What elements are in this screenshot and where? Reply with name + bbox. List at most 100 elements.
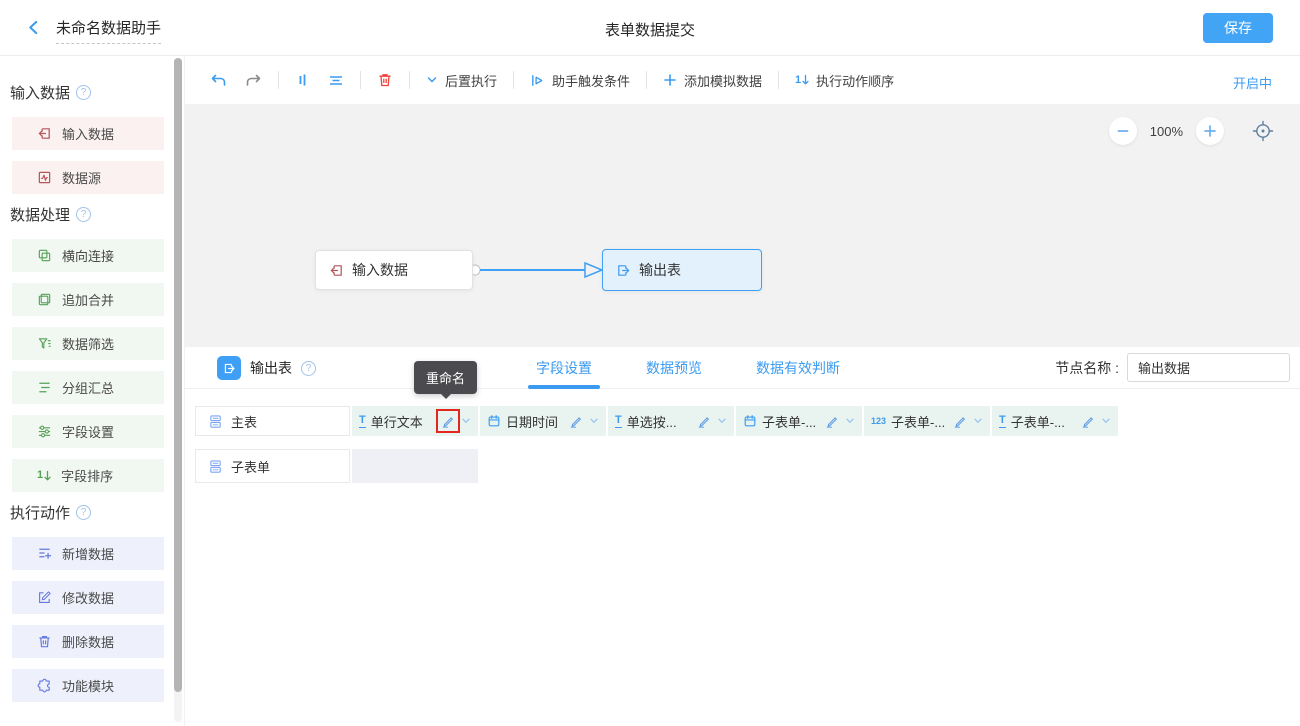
rename-field-button[interactable] <box>822 411 842 431</box>
number-type-icon: 123 <box>871 417 886 426</box>
tab-data-validation[interactable]: 数据有效判断 <box>750 347 846 389</box>
toolbar-divider <box>513 71 514 89</box>
sidebar-item-sort[interactable]: 1字段排序 <box>12 459 164 492</box>
sidebar-item-append[interactable]: 追加合并 <box>12 283 164 316</box>
text-type-icon: T <box>999 415 1006 428</box>
align-vertical-icon <box>295 72 310 88</box>
save-button[interactable]: 保存 <box>1203 13 1273 43</box>
panel-title-group: 输出表 ? <box>217 356 316 380</box>
field-cell[interactable]: T单行文本 <box>352 406 478 436</box>
zoom-controls: 100% <box>1109 117 1274 145</box>
sidebar-section: 输入数据?输入数据数据源 <box>0 84 184 194</box>
sidebar: 输入数据?输入数据数据源数据处理?横向连接追加合并数据筛选分组汇总字段设置1字段… <box>0 56 185 726</box>
toolbar-align-horizontal-button[interactable] <box>328 73 344 88</box>
zoom-out-button[interactable] <box>1109 117 1137 145</box>
flow-canvas[interactable]: 100% 输入数据 输出表 <box>185 104 1300 347</box>
toolbar-post-execute-button[interactable]: 后置执行 <box>426 71 497 90</box>
chevron-down-icon[interactable] <box>461 416 471 426</box>
zoom-level: 100% <box>1150 124 1183 139</box>
rename-field-button[interactable] <box>950 411 970 431</box>
toolbar-align-vertical-button[interactable] <box>295 72 310 88</box>
toolbar-divider <box>409 71 410 89</box>
sidebar-item-module[interactable]: 功能模块 <box>12 669 164 702</box>
rename-tooltip: 重命名 <box>414 361 477 394</box>
rename-field-button[interactable] <box>566 411 586 431</box>
rename-field-button[interactable] <box>438 411 458 431</box>
field-cell[interactable]: T子表单-... <box>992 406 1118 436</box>
field-cell[interactable]: 123 子表单-... <box>864 406 990 436</box>
rename-field-button[interactable] <box>1078 411 1098 431</box>
row-name-label: 主表 <box>231 412 257 431</box>
node-label: 输出表 <box>639 260 681 280</box>
field-cell-actions <box>566 411 599 431</box>
sidebar-item-label: 修改数据 <box>62 588 114 607</box>
status-badge[interactable]: 开启中 <box>1233 73 1272 92</box>
flow-node-input[interactable]: 输入数据 <box>315 250 473 290</box>
row-name-cell[interactable]: 主表 <box>195 406 350 436</box>
sidebar-item-delete-data[interactable]: 删除数据 <box>12 625 164 658</box>
toolbar-group <box>210 73 262 88</box>
toolbar-redo-button[interactable] <box>245 73 262 88</box>
panel-title: 输出表 <box>250 358 292 378</box>
sidebar-section: 数据处理? 横向连接追加合并数据筛选分组汇总字段设置 1字段排序 <box>0 206 184 492</box>
locate-icon[interactable] <box>1252 120 1274 142</box>
node-name-label: 节点名称 : <box>1055 358 1119 378</box>
tab-data-preview[interactable]: 数据预览 <box>640 347 708 389</box>
empty-field-cell[interactable] <box>352 449 478 483</box>
toolbar-group <box>295 72 344 88</box>
section-header-label: 执行动作 <box>10 502 70 523</box>
redo-icon <box>245 73 262 88</box>
toolbar-undo-button[interactable] <box>210 73 227 88</box>
zoom-in-button[interactable] <box>1196 117 1224 145</box>
sidebar-item-hjoin[interactable]: 横向连接 <box>12 239 164 272</box>
help-icon[interactable]: ? <box>76 505 91 520</box>
assistant-title[interactable]: 未命名数据助手 <box>56 17 161 44</box>
sidebar-item-label: 新增数据 <box>62 544 114 563</box>
fields-table: 主表T单行文本日期时间T单选按...子表单-...123子表单-...T子表单-… <box>195 406 1118 496</box>
toolbar-delete-button[interactable] <box>377 72 393 88</box>
node-name-input[interactable] <box>1127 353 1290 382</box>
table-icon <box>208 459 223 474</box>
sidebar-item-group[interactable]: 分组汇总 <box>12 371 164 404</box>
help-icon[interactable]: ? <box>76 207 91 222</box>
sidebar-item-datasource[interactable]: 数据源 <box>12 161 164 194</box>
field-cell[interactable]: 子表单-... <box>736 406 862 436</box>
flow-node-output[interactable]: 输出表 <box>602 249 762 291</box>
sidebar-item-input[interactable]: 输入数据 <box>12 117 164 150</box>
tab-field-settings[interactable]: 字段设置 <box>530 347 598 389</box>
toolbar-button-label: 执行动作顺序 <box>816 71 894 90</box>
rename-field-button[interactable] <box>694 411 714 431</box>
sidebar-item-edit-data[interactable]: 修改数据 <box>12 581 164 614</box>
help-icon[interactable]: ? <box>301 361 316 376</box>
section-header: 数据处理? <box>10 206 184 223</box>
toolbar-action-order-button[interactable]: 1执行动作顺序 <box>795 71 894 90</box>
field-label: 子表单-... <box>891 412 945 431</box>
back-icon[interactable] <box>27 20 40 40</box>
scrollbar-thumb[interactable] <box>174 58 182 692</box>
node-name-group: 节点名称 : <box>1055 353 1290 382</box>
sidebar-item-add-data[interactable]: 新增数据 <box>12 537 164 570</box>
field-cell[interactable]: T单选按... <box>608 406 734 436</box>
help-icon[interactable]: ? <box>76 85 91 100</box>
table-row: 子表单 <box>195 449 1118 483</box>
field-cell-actions <box>950 411 983 431</box>
toolbar-group <box>377 72 393 88</box>
field-cell[interactable]: 日期时间 <box>480 406 606 436</box>
chevron-down-icon[interactable] <box>845 416 855 426</box>
append-icon <box>37 292 52 307</box>
sidebar-scrollbar[interactable] <box>174 58 182 722</box>
sidebar-item-label: 追加合并 <box>62 290 114 309</box>
toolbar-add-mock-data-button[interactable]: 添加模拟数据 <box>663 71 762 90</box>
filter-icon <box>37 336 52 351</box>
toolbar-trigger-condition-button[interactable]: 助手触发条件 <box>530 71 630 90</box>
chevron-down-icon[interactable] <box>589 416 599 426</box>
toolbar-group: 助手触发条件 <box>530 71 630 90</box>
sidebar-item-filter[interactable]: 数据筛选 <box>12 327 164 360</box>
sidebar-item-sliders[interactable]: 字段设置 <box>12 415 164 448</box>
chevron-down-icon[interactable] <box>973 416 983 426</box>
trigger-icon <box>530 73 545 88</box>
chevron-down-icon[interactable] <box>1101 416 1111 426</box>
toolbar-divider <box>778 71 779 89</box>
row-name-cell[interactable]: 子表单 <box>195 449 350 483</box>
chevron-down-icon[interactable] <box>717 416 727 426</box>
